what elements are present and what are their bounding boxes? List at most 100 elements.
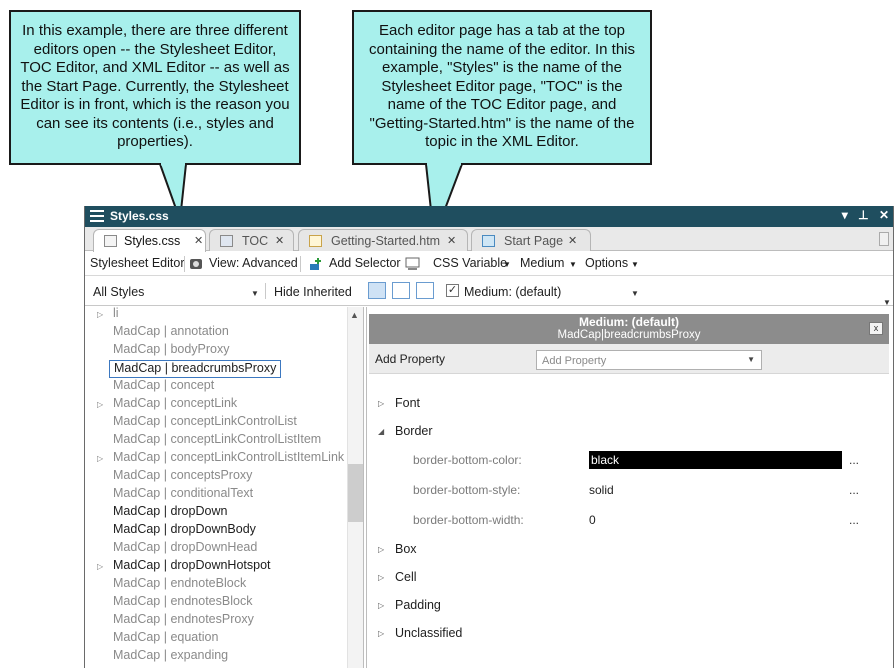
expand-arrow-icon[interactable]: ▷ [97,454,103,463]
selector-item[interactable]: MadCap | conditionalText [113,486,253,504]
selector-item[interactable]: MadCap | bodyProxy [113,342,230,360]
toolbar-separator [265,283,266,299]
medium-title: Medium: (default) [579,315,679,329]
property-more-button[interactable]: ... [849,483,859,497]
expand-arrow-icon[interactable]: ▷ [378,573,384,582]
options-button[interactable]: Options [585,256,628,270]
property-value[interactable]: 0 [589,513,596,527]
selector-item[interactable]: MadCap | conceptLinkControlList [113,414,297,432]
selector-item[interactable]: MadCap | conceptsProxy [113,468,252,486]
chevron-down-icon: ▼ [503,260,511,269]
hide-inherited-button[interactable]: Hide Inherited [274,285,352,299]
property-name: border-bottom-width: [413,513,524,527]
property-value[interactable]: solid [589,483,614,497]
selector-item[interactable]: li [113,307,119,324]
expand-arrow-icon[interactable]: ▷ [97,400,103,409]
chevron-down-icon: ▼ [747,355,755,364]
selector-item[interactable]: MadCap | dropDown [113,504,227,522]
callout-left: In this example, there are three differe… [9,10,301,165]
window-title: Styles.css [110,209,169,223]
start-page-icon [482,235,495,247]
selector-item[interactable]: MadCap | equation [113,630,218,648]
property-name: border-bottom-style: [413,483,521,497]
tab-list-icon[interactable] [879,232,889,246]
selector-item[interactable]: MadCap | annotation [113,324,229,342]
expand-arrow-icon[interactable]: ▷ [378,545,384,554]
add-selector-button[interactable]: Add Selector [329,256,401,270]
chevron-down-icon: ▼ [569,260,577,269]
medium-select[interactable]: Medium: (default) [464,285,561,299]
tab-close-icon[interactable]: ✕ [447,234,456,247]
window-controls: ▾ ⊥ ✕ [835,208,889,222]
selector-item[interactable]: MadCap | dropDownHead [113,540,257,558]
selector-item[interactable]: MadCap | dropDownBody [113,522,256,540]
property-group-padding[interactable]: Padding [395,598,441,612]
window-titlebar: Styles.css ▾ ⊥ ✕ [85,206,893,227]
filter-bar: All Styles ▼ Hide Inherited ✓ Medium: (d… [85,276,893,307]
selector-item[interactable]: MadCap | endnoteBlock [113,576,246,594]
property-more-button[interactable]: ... [849,453,859,467]
collapse-arrow-icon[interactable]: ◢ [378,427,384,436]
selector-item[interactable]: MadCap | endnotesProxy [113,612,254,630]
expanded-view-icon[interactable] [416,282,434,299]
medium-button[interactable]: Medium [520,256,564,270]
add-property-dropdown[interactable]: Add Property ▼ [536,350,762,370]
toolbar-separator [184,256,185,272]
tab-styles[interactable]: Styles.css ✕ [93,229,206,252]
property-view-icon[interactable] [368,282,386,299]
stylesheet-editor-window: Styles.css ▾ ⊥ ✕ Styles.css ✕ TOC ✕ Gett… [84,206,894,668]
tab-close-icon[interactable]: ✕ [194,234,203,247]
pin-icon[interactable]: ⊥ [858,208,868,222]
property-group-cell[interactable]: Cell [395,570,417,584]
tab-close-icon[interactable]: ✕ [275,234,284,247]
grouped-view-icon[interactable] [392,282,410,299]
overflow-chevron-icon[interactable]: ▼ [883,298,891,307]
add-selector-icon[interactable] [309,257,323,271]
selector-item[interactable]: MadCap | conceptLink [113,396,237,414]
expand-arrow-icon[interactable]: ▷ [378,601,384,610]
expand-arrow-icon[interactable]: ▷ [97,310,103,319]
scroll-up-icon[interactable]: ▲ [350,310,359,320]
tab-close-icon[interactable]: ✕ [568,234,577,247]
callout-right: Each editor page has a tab at the top co… [352,10,652,165]
tab-label: TOC [242,234,269,248]
expand-arrow-icon[interactable]: ▷ [378,629,384,638]
add-property-row: Add Property Add Property ▼ [369,344,889,374]
tab-toc[interactable]: TOC ✕ [209,229,294,251]
property-value[interactable]: black [589,451,842,469]
selector-item[interactable]: MadCap | expanding [113,648,228,666]
medium-checkbox[interactable]: ✓ [446,284,459,297]
selector-item[interactable]: MadCap | dropDownHotspot [113,558,271,576]
expand-arrow-icon[interactable]: ▷ [378,399,384,408]
scrollbar-thumb[interactable] [348,464,363,522]
styles-filter-dropdown[interactable]: All Styles [93,285,144,299]
selector-item[interactable]: MadCap | concept [113,378,214,396]
selector-item[interactable]: MadCap | conceptLinkControlListItemLink [113,450,344,468]
menu-icon[interactable] [90,210,104,222]
topic-file-icon [309,235,322,247]
css-variable-button[interactable]: CSS Variable [433,256,507,270]
toc-icon [220,235,233,247]
add-property-label: Add Property [375,352,446,366]
tab-start-page[interactable]: Start Page ✕ [471,229,591,251]
property-group-border[interactable]: Border [395,424,433,438]
tab-label: Styles.css [124,234,181,248]
property-more-button[interactable]: ... [849,513,859,527]
css-variable-icon[interactable] [405,257,421,271]
property-group-font[interactable]: Font [395,396,420,410]
tab-getting-started[interactable]: Getting-Started.htm ✕ [298,229,468,251]
editor-toolbar: Stylesheet Editor View: Advanced Add Sel… [85,252,893,276]
view-advanced-button[interactable]: View: Advanced [209,256,298,270]
property-group-box[interactable]: Box [395,542,417,556]
view-mode-icon[interactable] [189,257,203,271]
close-window-icon[interactable]: ✕ [879,208,889,222]
expand-arrow-icon[interactable]: ▷ [97,562,103,571]
chevron-down-icon[interactable]: ▼ [251,289,259,298]
chevron-down-icon[interactable]: ▼ [631,289,639,298]
window-menu-dropdown-icon[interactable]: ▾ [842,208,848,222]
property-group-unclassified[interactable]: Unclassified [395,626,462,640]
selector-item-selected[interactable]: MadCap | breadcrumbsProxy [109,360,282,378]
close-icon[interactable]: x [869,322,883,335]
selector-item[interactable]: MadCap | endnotesBlock [113,594,252,612]
selector-item[interactable]: MadCap | conceptLinkControlListItem [113,432,321,450]
